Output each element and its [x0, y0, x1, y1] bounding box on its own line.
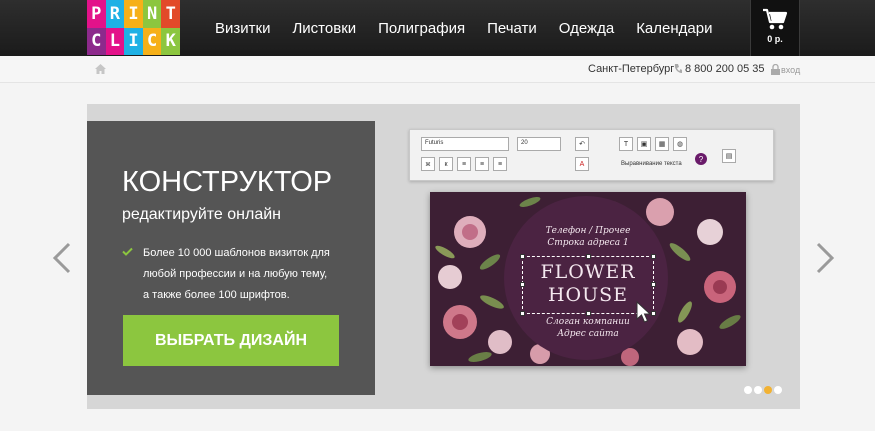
- slider-dot[interactable]: [744, 386, 752, 394]
- resize-handle[interactable]: [520, 311, 525, 316]
- nav-item-poligrafiya[interactable]: Полиграфия: [378, 20, 465, 37]
- align-text-label[interactable]: Выравнивание текста: [621, 161, 682, 167]
- cart-button[interactable]: 0 р.: [750, 0, 800, 56]
- resize-handle[interactable]: [651, 282, 656, 287]
- bold-icon[interactable]: ж: [421, 157, 435, 171]
- login-link[interactable]: вход: [781, 65, 800, 75]
- home-icon[interactable]: [95, 64, 106, 74]
- logo-letter: I: [124, 0, 143, 28]
- qr-code-icon[interactable]: ▦: [655, 137, 669, 151]
- business-card-preview: Телефон / Прочее Строка адреса 1 FLOWER …: [430, 192, 746, 366]
- font-size-select[interactable]: 20: [517, 137, 561, 151]
- add-image-icon[interactable]: ▣: [637, 137, 651, 151]
- slider-dot[interactable]: [764, 386, 772, 394]
- hero-slider: КОНСТРУКТОР редактируйте онлайн Более 10…: [87, 104, 800, 409]
- promo-title: КОНСТРУКТОР: [122, 166, 333, 198]
- logo-letter: C: [142, 27, 162, 55]
- font-select[interactable]: Futuris: [421, 137, 509, 151]
- logo-letter: L: [105, 27, 125, 55]
- card-phone-line[interactable]: Телефон / Прочее: [430, 226, 746, 236]
- help-icon[interactable]: ?: [695, 153, 707, 165]
- resize-handle[interactable]: [586, 254, 591, 259]
- background-icon[interactable]: ◍: [673, 137, 687, 151]
- slider-dots: [744, 386, 782, 394]
- nav-item-vizitki[interactable]: Визитки: [215, 20, 270, 37]
- promo-subtitle: редактируйте онлайн: [122, 206, 282, 223]
- logo-letter: C: [87, 27, 106, 55]
- editor-toolbar: Futuris 20 ↶ ж к ≡ ≡ ≡ A T ▣ ▦ ◍ Выравни…: [409, 129, 774, 181]
- resize-handle[interactable]: [520, 254, 525, 259]
- logo-letter: N: [142, 0, 162, 28]
- check-icon: [122, 247, 133, 256]
- resize-handle[interactable]: [520, 282, 525, 287]
- logo-letter: T: [161, 0, 180, 28]
- logo-letter: P: [87, 0, 106, 28]
- phone-icon: [674, 64, 682, 73]
- nav-item-pechati[interactable]: Печати: [487, 20, 537, 37]
- undo-icon[interactable]: ↶: [575, 137, 589, 151]
- phone-number[interactable]: 8 800 200 05 35: [685, 63, 765, 75]
- slider-dot[interactable]: [754, 386, 762, 394]
- slider-dot[interactable]: [774, 386, 782, 394]
- choose-design-button[interactable]: ВЫБРАТЬ ДИЗАЙН: [123, 315, 339, 366]
- top-navigation-bar: PRINTCLICK Визитки Листовки Полиграфия П…: [0, 0, 875, 56]
- logo-letter: K: [161, 27, 180, 55]
- italic-icon[interactable]: к: [439, 157, 453, 171]
- mouse-cursor-icon: [636, 301, 652, 323]
- slider-prev-arrow-icon[interactable]: [52, 242, 72, 274]
- resize-handle[interactable]: [651, 254, 656, 259]
- nav-item-kalendari[interactable]: Календари: [636, 20, 712, 37]
- add-text-icon[interactable]: T: [619, 137, 633, 151]
- resize-handle[interactable]: [586, 311, 591, 316]
- logo-letter: R: [105, 0, 125, 28]
- align-center-icon[interactable]: ≡: [475, 157, 489, 171]
- cart-total: 0 р.: [767, 34, 783, 44]
- slider-next-arrow-icon[interactable]: [815, 242, 835, 274]
- nav-item-odezhda[interactable]: Одежда: [559, 20, 614, 37]
- align-right-icon[interactable]: ≡: [493, 157, 507, 171]
- text-color-icon[interactable]: A: [575, 157, 589, 171]
- printclick-logo[interactable]: PRINTCLICK: [87, 0, 180, 55]
- align-left-icon[interactable]: ≡: [457, 157, 471, 171]
- cart-icon: [763, 8, 788, 30]
- nav-item-listovki[interactable]: Листовки: [292, 20, 356, 37]
- lock-icon: [771, 64, 780, 75]
- main-menu: Визитки Листовки Полиграфия Печати Одежд…: [204, 0, 723, 56]
- card-address-line[interactable]: Строка адреса 1: [430, 238, 746, 248]
- selection-frame: [520, 254, 656, 316]
- card-slogan[interactable]: Слоган компании: [430, 317, 746, 327]
- promo-description: Более 10 000 шаблонов визиток для любой …: [143, 247, 330, 301]
- save-icon[interactable]: ▤: [722, 149, 736, 163]
- city-selector[interactable]: Санкт-Петербург: [588, 63, 674, 75]
- card-website[interactable]: Адрес сайта: [430, 329, 746, 339]
- logo-letter: I: [124, 27, 143, 55]
- promo-panel: КОНСТРУКТОР редактируйте онлайн Более 10…: [87, 121, 375, 395]
- info-bar: Санкт-Петербург 8 800 200 05 35 вход: [0, 56, 875, 83]
